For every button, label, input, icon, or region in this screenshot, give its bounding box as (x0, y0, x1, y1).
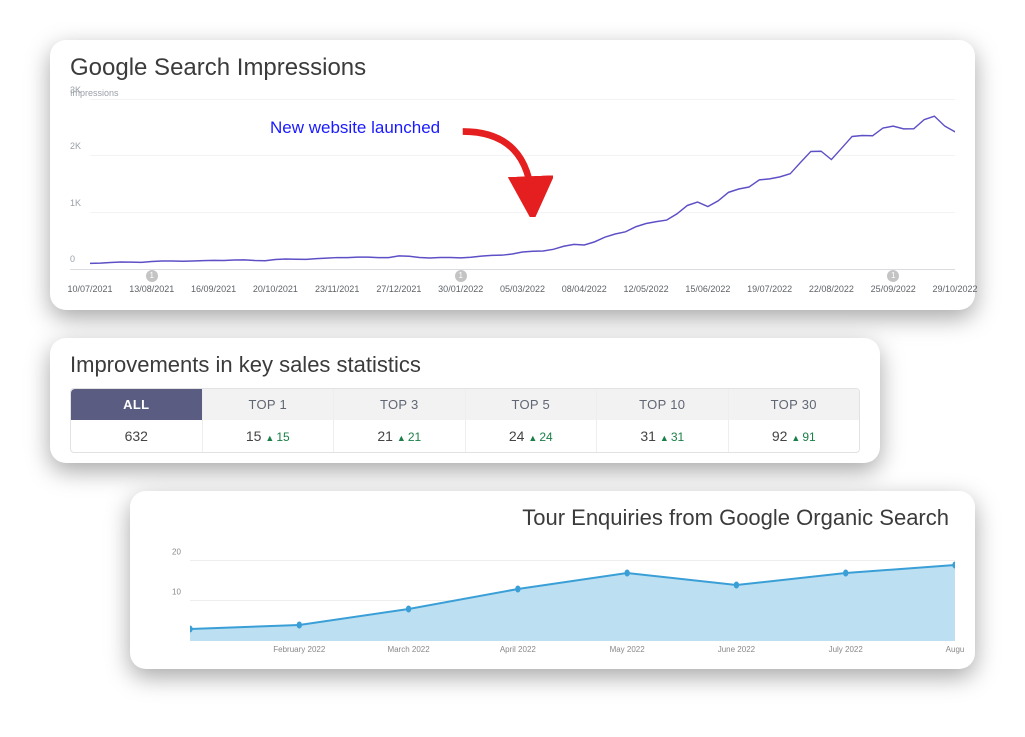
xtick: March 2022 (387, 645, 429, 654)
stats-value: 9291 (729, 420, 860, 452)
impressions-xaxis: 10/07/2021113/08/202116/09/202120/10/202… (90, 274, 955, 300)
xtick: 27/12/2021 (376, 284, 421, 294)
ytick: 0 (70, 254, 75, 264)
data-point (624, 570, 629, 577)
xtick: June 2022 (718, 645, 755, 654)
stats-title: Improvements in key sales statistics (70, 352, 860, 378)
enquiries-title: Tour Enquiries from Google Organic Searc… (150, 505, 955, 531)
event-marker-icon: 1 (887, 270, 899, 282)
delta-up-icon: 21 (397, 430, 421, 444)
ytick: 2K (70, 141, 81, 151)
xtick: May 2022 (610, 645, 645, 654)
data-point (406, 606, 411, 613)
ytick: 10 (172, 588, 181, 597)
impressions-card: Google Search Impressions Impressions 0 … (50, 40, 975, 310)
delta-up-icon: 24 (528, 430, 552, 444)
xtick: 22/08/2022 (809, 284, 854, 294)
annotation-new-website: New website launched (270, 118, 440, 138)
data-point (515, 586, 520, 593)
stats-value: 3131 (597, 420, 729, 452)
stats-card: Improvements in key sales statistics ALL… (50, 338, 880, 463)
xtick: 05/03/2022 (500, 284, 545, 294)
delta-up-icon: 91 (791, 430, 815, 444)
stats-tab-top3[interactable]: TOP 3 (334, 389, 466, 420)
stats-table: ALLTOP 1TOP 3TOP 5TOP 10TOP 30 632151521… (70, 388, 860, 453)
xtick: 15/06/2022 (685, 284, 730, 294)
xtick: 19/07/2022 (747, 284, 792, 294)
data-point (734, 582, 739, 589)
enquiries-line-svg (190, 541, 955, 641)
stats-value: 2121 (334, 420, 466, 452)
stats-value: 2424 (466, 420, 598, 452)
stats-value-row: 63215152121242431319291 (71, 420, 859, 452)
xtick: 25/09/2022 (871, 284, 916, 294)
xtick: 20/10/2021 (253, 284, 298, 294)
event-marker-icon: 1 (455, 270, 467, 282)
xtick: 23/11/2021 (315, 284, 359, 294)
xtick: 13/08/2021 (129, 284, 174, 294)
impressions-title: Google Search Impressions (70, 54, 955, 82)
xtick: 12/05/2022 (624, 284, 669, 294)
xtick: February 2022 (273, 645, 325, 654)
arrow-icon (458, 122, 553, 217)
xtick: Augu (946, 645, 965, 654)
impressions-ylabel: Impressions (70, 88, 955, 98)
enquiries-xaxis: February 2022 March 2022 April 2022 May 202… (190, 641, 955, 659)
event-marker-icon: 1 (146, 270, 158, 282)
stats-tab-top30[interactable]: TOP 30 (729, 389, 860, 420)
stats-tab-top1[interactable]: TOP 1 (203, 389, 335, 420)
xtick: April 2022 (500, 645, 536, 654)
stats-tab-top10[interactable]: TOP 10 (597, 389, 729, 420)
xtick: 29/10/2022 (932, 284, 977, 294)
xtick: 16/09/2021 (191, 284, 236, 294)
stats-value: 632 (71, 420, 203, 452)
enquiries-plot: 10 20 (190, 541, 955, 641)
xtick: 30/01/2022 (438, 284, 483, 294)
enquiries-card: Tour Enquiries from Google Organic Searc… (130, 491, 975, 669)
data-point (843, 570, 848, 577)
stats-value: 1515 (203, 420, 335, 452)
stats-tab-all[interactable]: ALL (71, 389, 203, 420)
xtick: 10/07/2021 (67, 284, 112, 294)
ytick: 20 (172, 548, 181, 557)
ytick: 3K (70, 85, 81, 95)
impressions-plot: 0 1K 2K 3K New website launched (70, 100, 955, 270)
data-point (297, 622, 302, 629)
ytick: 1K (70, 198, 81, 208)
stats-header-row: ALLTOP 1TOP 3TOP 5TOP 10TOP 30 (71, 389, 859, 420)
delta-up-icon: 31 (660, 430, 684, 444)
xtick: July 2022 (829, 645, 863, 654)
delta-up-icon: 15 (265, 430, 289, 444)
xtick: 08/04/2022 (562, 284, 607, 294)
stats-tab-top5[interactable]: TOP 5 (466, 389, 598, 420)
